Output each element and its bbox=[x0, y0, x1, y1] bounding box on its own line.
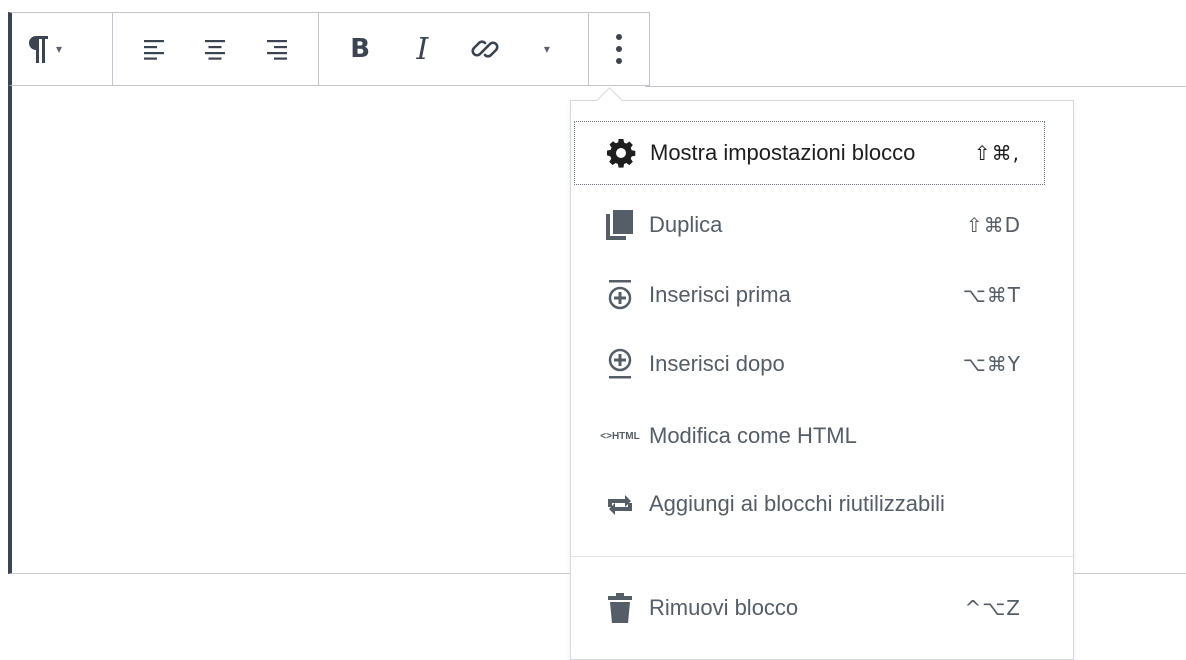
align-center-icon bbox=[204, 38, 226, 60]
keyboard-shortcut: ⌥⌘T bbox=[962, 283, 1021, 307]
align-right-icon bbox=[266, 38, 288, 60]
duplicate-icon bbox=[604, 209, 636, 241]
menu-item-insert-before[interactable]: Inserisci prima ⌥⌘T bbox=[574, 263, 1045, 327]
insert-before-icon bbox=[604, 279, 636, 311]
menu-item-remove-block[interactable]: Rimuovi blocco ^⌥Z bbox=[574, 576, 1045, 640]
insert-after-icon bbox=[604, 348, 636, 380]
block-settings-menu: Mostra impostazioni blocco ⇧⌘, Duplica ⇧… bbox=[570, 100, 1074, 660]
link-icon bbox=[470, 34, 500, 64]
align-right-button[interactable] bbox=[257, 13, 297, 85]
keyboard-shortcut: ⇧⌘, bbox=[973, 141, 1020, 165]
keyboard-shortcut: ^⌥Z bbox=[964, 596, 1021, 620]
menu-item-add-reusable[interactable]: Aggiungi ai blocchi riutilizzabili bbox=[574, 472, 1045, 536]
pilcrow-icon bbox=[26, 34, 50, 64]
menu-item-insert-after[interactable]: Inserisci dopo ⌥⌘Y bbox=[574, 332, 1045, 396]
block-type-switcher[interactable]: ▾ bbox=[24, 13, 64, 85]
menu-item-label: Inserisci prima bbox=[649, 282, 791, 307]
bold-button[interactable]: B bbox=[340, 13, 380, 85]
block-type-group: ▾ bbox=[12, 13, 113, 85]
more-formatting-button[interactable]: ▾ bbox=[527, 13, 567, 85]
more-options-button[interactable] bbox=[599, 13, 639, 85]
keyboard-shortcut: ⌥⌘Y bbox=[962, 352, 1021, 376]
menu-item-label: Rimuovi blocco bbox=[649, 595, 799, 620]
align-left-icon bbox=[143, 38, 165, 60]
link-button[interactable] bbox=[465, 13, 505, 85]
menu-item-label: Duplica bbox=[649, 212, 723, 237]
formatting-group: B I ▾ bbox=[319, 13, 589, 85]
align-left-button[interactable] bbox=[134, 13, 174, 85]
align-center-button[interactable] bbox=[195, 13, 235, 85]
italic-button[interactable]: I bbox=[402, 13, 442, 85]
menu-item-edit-html[interactable]: <> HTML Modifica come HTML bbox=[574, 404, 1045, 468]
keyboard-shortcut: ⇧⌘D bbox=[965, 213, 1021, 237]
chevron-down-icon: ▾ bbox=[543, 42, 550, 56]
html-icon: <> HTML bbox=[600, 430, 640, 442]
menu-item-label: Mostra impostazioni blocco bbox=[650, 140, 916, 165]
menu-item-label: Aggiungi ai blocchi riutilizzabili bbox=[649, 491, 945, 516]
block-toolbar: ▾ B I ▾ bbox=[8, 12, 650, 86]
menu-separator bbox=[571, 556, 1073, 557]
vertical-ellipsis-icon bbox=[615, 32, 623, 66]
menu-item-duplicate[interactable]: Duplica ⇧⌘D bbox=[574, 193, 1045, 257]
chevron-down-icon: ▾ bbox=[55, 42, 63, 56]
toolbar-divider bbox=[645, 86, 1186, 87]
menu-item-label: Modifica come HTML bbox=[649, 423, 857, 448]
trash-icon bbox=[604, 592, 636, 624]
gear-icon bbox=[605, 137, 637, 169]
alignment-group bbox=[113, 13, 319, 85]
menu-item-label: Inserisci dopo bbox=[649, 351, 785, 376]
more-options-group bbox=[589, 13, 649, 85]
reusable-icon bbox=[604, 488, 636, 520]
menu-item-show-settings[interactable]: Mostra impostazioni blocco ⇧⌘, bbox=[574, 121, 1045, 185]
